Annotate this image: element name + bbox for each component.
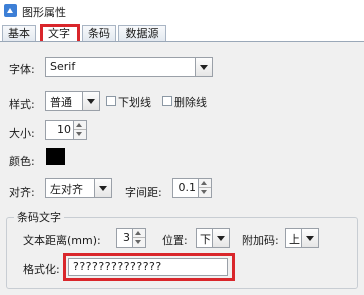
position-value: 下 — [200, 233, 211, 246]
font-value: Serif — [50, 60, 76, 73]
spacing-label: 字间距: — [125, 186, 162, 199]
distance-spinner[interactable]: 3 — [116, 228, 146, 248]
format-value: ?????????????? — [73, 260, 162, 273]
strikethrough-checkbox[interactable] — [162, 96, 172, 106]
strikethrough-label: 删除线 — [174, 96, 207, 109]
spacing-spinner[interactable]: 0.1 — [172, 178, 212, 198]
title-bar: 图形属性 — [0, 0, 364, 22]
style-select[interactable]: 普通 — [45, 91, 100, 111]
chevron-down-icon[interactable] — [212, 229, 229, 247]
chevron-down-icon[interactable] — [195, 58, 212, 76]
position-select[interactable]: 下 — [196, 228, 230, 248]
tab-label: 条码 — [88, 27, 110, 40]
app-icon — [4, 4, 17, 17]
format-label: 格式化: — [23, 263, 60, 276]
size-label: 大小: — [9, 127, 35, 140]
align-label: 对齐: — [9, 186, 35, 199]
color-label: 颜色: — [9, 155, 35, 168]
tab-barcode[interactable]: 条码 — [82, 25, 116, 41]
distance-label: 文本距离(mm): — [23, 234, 101, 247]
position-label: 位置: — [162, 234, 188, 247]
tab-datasource[interactable]: 数据源 — [118, 25, 166, 41]
spacing-value: 0.1 — [178, 181, 197, 194]
font-select[interactable]: Serif — [45, 57, 213, 77]
spinner-arrows[interactable] — [132, 229, 145, 247]
size-value: 10 — [57, 123, 71, 136]
underline-label: 下划线 — [118, 96, 151, 109]
size-spinner[interactable]: 10 — [45, 120, 87, 140]
tab-label: 数据源 — [125, 27, 159, 40]
color-swatch[interactable] — [46, 148, 65, 165]
distance-value: 3 — [123, 231, 130, 244]
style-label: 样式: — [9, 98, 35, 111]
tab-label: 基本 — [8, 27, 30, 40]
group-title: 条码文字 — [14, 209, 64, 225]
chevron-down-icon[interactable] — [301, 229, 318, 247]
align-select[interactable]: 左对齐 — [45, 178, 112, 198]
spinner-arrows[interactable] — [73, 121, 86, 139]
window-title: 图形属性 — [22, 6, 66, 19]
underline-checkbox[interactable] — [106, 96, 116, 106]
style-value: 普通 — [50, 96, 72, 109]
chevron-down-icon[interactable] — [94, 179, 111, 197]
font-label: 字体: — [9, 63, 35, 76]
tab-basic[interactable]: 基本 — [2, 25, 36, 41]
addon-label: 附加码: — [242, 234, 279, 247]
format-input[interactable]: ?????????????? — [68, 258, 228, 276]
spinner-arrows[interactable] — [198, 179, 211, 197]
addon-value: 上 — [289, 233, 300, 246]
addon-select[interactable]: 上 — [285, 228, 319, 248]
align-value: 左对齐 — [50, 183, 83, 196]
chevron-down-icon[interactable] — [82, 92, 99, 110]
